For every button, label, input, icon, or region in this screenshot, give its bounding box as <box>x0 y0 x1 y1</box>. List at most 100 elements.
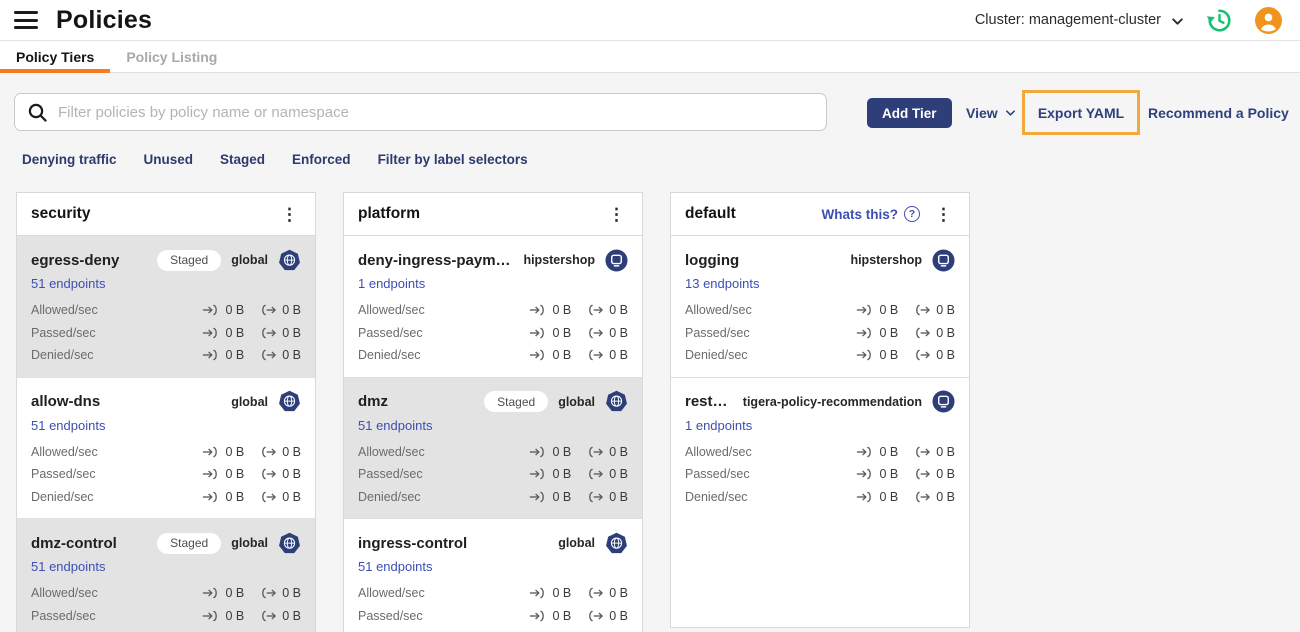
tier-help-label: Whats this? <box>821 206 899 222</box>
filter-unused[interactable]: Unused <box>144 152 194 167</box>
metric-label: Denied/sec <box>31 489 94 504</box>
tab-policy-tiers[interactable]: Policy Tiers <box>0 41 111 73</box>
metric-row: Allowed/sec 0 B 0 B <box>358 582 628 605</box>
endpoints-link[interactable]: 51 endpoints <box>31 276 105 291</box>
add-tier-button[interactable]: Add Tier <box>867 98 952 128</box>
egress-value: 0 B <box>609 444 628 459</box>
metric-label: Passed/sec <box>358 325 423 340</box>
metric-row: Denied/sec 0 B 0 B <box>31 486 301 509</box>
policy-card[interactable]: allow-dns global 51 endpoints Allowed/se… <box>17 376 315 519</box>
policy-card[interactable]: deny-ingress-paymentservice hipstershop … <box>344 236 642 377</box>
cluster-selector-label: Cluster: management-cluster <box>974 12 1161 28</box>
egress-arrow-icon <box>262 587 277 599</box>
ingress-arrow-icon <box>857 491 872 503</box>
history-icon[interactable] <box>1206 7 1233 34</box>
ingress-value: 0 B <box>552 348 572 363</box>
hamburger-menu-icon[interactable] <box>14 11 38 29</box>
egress-pair: 0 B <box>259 348 301 362</box>
filter-by-label-selectors[interactable]: Filter by label selectors <box>378 152 528 167</box>
filter-denying-traffic[interactable]: Denying traffic <box>22 152 117 167</box>
policy-card[interactable]: logging hipstershop 13 endpoints Allowed… <box>671 236 969 377</box>
policy-card[interactable]: dmz Staged global 51 endpoints Allowed/s… <box>344 376 642 518</box>
tier-title: platform <box>358 205 420 222</box>
ingress-arrow-icon <box>857 349 872 361</box>
ingress-arrow-icon <box>530 468 545 480</box>
tier-help-link[interactable]: Whats this? ? <box>821 206 920 222</box>
ingress-pair: 0 B <box>529 445 571 459</box>
egress-arrow-icon <box>262 304 277 316</box>
endpoints-link[interactable]: 51 endpoints <box>31 418 105 433</box>
tier-policies: deny-ingress-paymentservice hipstershop … <box>344 236 642 632</box>
egress-pair: 0 B <box>259 445 301 459</box>
policy-top-row: deny-ingress-paymentservice hipstershop <box>358 247 628 273</box>
egress-pair: 0 B <box>586 326 628 340</box>
tier-menu-button[interactable]: ⋮ <box>932 204 955 225</box>
policy-card[interactable]: dmz-control Staged global 51 endpoints A… <box>17 518 315 632</box>
filter-enforced[interactable]: Enforced <box>292 152 351 167</box>
egress-arrow-icon <box>589 610 604 622</box>
egress-pair: 0 B <box>586 609 628 623</box>
metric-row: Denied/sec 0 B 0 B <box>31 627 301 632</box>
cluster-selector[interactable]: Cluster: management-cluster <box>975 12 1184 28</box>
recommend-policy-button[interactable]: Recommend a Policy <box>1148 98 1289 128</box>
ingress-pair: 0 B <box>202 467 244 481</box>
policy-top-row: egress-deny Staged global <box>31 247 301 273</box>
metric-row: Passed/sec 0 B 0 B <box>31 463 301 486</box>
endpoints-link[interactable]: 13 endpoints <box>685 276 759 291</box>
metric-row: Denied/sec 0 B 0 B <box>685 486 955 509</box>
endpoints-link[interactable]: 51 endpoints <box>358 418 432 433</box>
ingress-pair: 0 B <box>529 348 571 362</box>
ingress-pair: 0 B <box>856 445 898 459</box>
metric-row: Allowed/sec 0 B 0 B <box>31 582 301 605</box>
chevron-down-icon <box>1005 110 1015 116</box>
ingress-arrow-icon <box>203 304 218 316</box>
filter-staged[interactable]: Staged <box>220 152 265 167</box>
user-avatar[interactable] <box>1255 6 1282 34</box>
egress-value: 0 B <box>609 303 628 318</box>
metric-label: Passed/sec <box>31 325 96 340</box>
policy-card[interactable]: egress-deny Staged global 51 endpoints A… <box>17 236 315 377</box>
metric-row: Passed/sec 0 B 0 B <box>685 322 955 345</box>
ingress-arrow-icon <box>203 327 218 339</box>
ingress-arrow-icon <box>203 349 218 361</box>
export-yaml-button[interactable]: Export YAML <box>1038 105 1124 121</box>
staged-badge: Staged <box>484 391 549 412</box>
egress-arrow-icon <box>589 327 604 339</box>
policy-name: dmz-control <box>31 534 117 552</box>
egress-value: 0 B <box>282 325 301 340</box>
metric-label: Passed/sec <box>31 608 96 623</box>
policy-metrics: Allowed/sec 0 B 0 B Passed/sec <box>358 441 628 509</box>
ingress-pair: 0 B <box>856 490 898 504</box>
tier-title: security <box>31 205 91 222</box>
tier-menu-button[interactable]: ⋮ <box>605 204 628 225</box>
endpoints-link[interactable]: 1 endpoints <box>685 418 752 433</box>
egress-arrow-icon <box>589 304 604 316</box>
policy-card[interactable]: restricted tigera-policy-recommendation … <box>671 376 969 519</box>
metric-label: Denied/sec <box>685 489 748 504</box>
policy-card[interactable]: ingress-control global 51 endpoints Allo… <box>344 518 642 632</box>
tier-header: security ⋮ <box>17 193 315 236</box>
metric-row: Denied/sec 0 B 0 B <box>685 344 955 367</box>
policy-metrics: Allowed/sec 0 B 0 B Passed/sec <box>31 299 301 367</box>
tier-menu-button[interactable]: ⋮ <box>278 204 301 225</box>
egress-arrow-icon <box>589 491 604 503</box>
egress-pair: 0 B <box>913 326 955 340</box>
app-header: Policies Cluster: management-cluster <box>0 0 1300 41</box>
tab-policy-listing[interactable]: Policy Listing <box>110 41 233 72</box>
metric-row: Allowed/sec 0 B 0 B <box>358 299 628 322</box>
endpoints-link[interactable]: 51 endpoints <box>31 559 105 574</box>
egress-value: 0 B <box>936 467 955 482</box>
egress-pair: 0 B <box>586 490 628 504</box>
policy-name: dmz <box>358 393 388 410</box>
policy-metrics: Allowed/sec 0 B 0 B Passed/sec <box>685 441 955 509</box>
endpoints-link[interactable]: 1 endpoints <box>358 276 425 291</box>
search-input[interactable] <box>58 103 814 121</box>
egress-arrow-icon <box>589 468 604 480</box>
ingress-arrow-icon <box>203 491 218 503</box>
endpoints-link[interactable]: 51 endpoints <box>358 559 432 574</box>
ingress-arrow-icon <box>203 610 218 622</box>
view-dropdown[interactable]: View <box>966 98 1016 128</box>
tiers-row: security ⋮ egress-deny Staged global 51 … <box>0 192 1300 632</box>
metric-row: Passed/sec 0 B 0 B <box>31 605 301 628</box>
egress-value: 0 B <box>609 608 628 623</box>
